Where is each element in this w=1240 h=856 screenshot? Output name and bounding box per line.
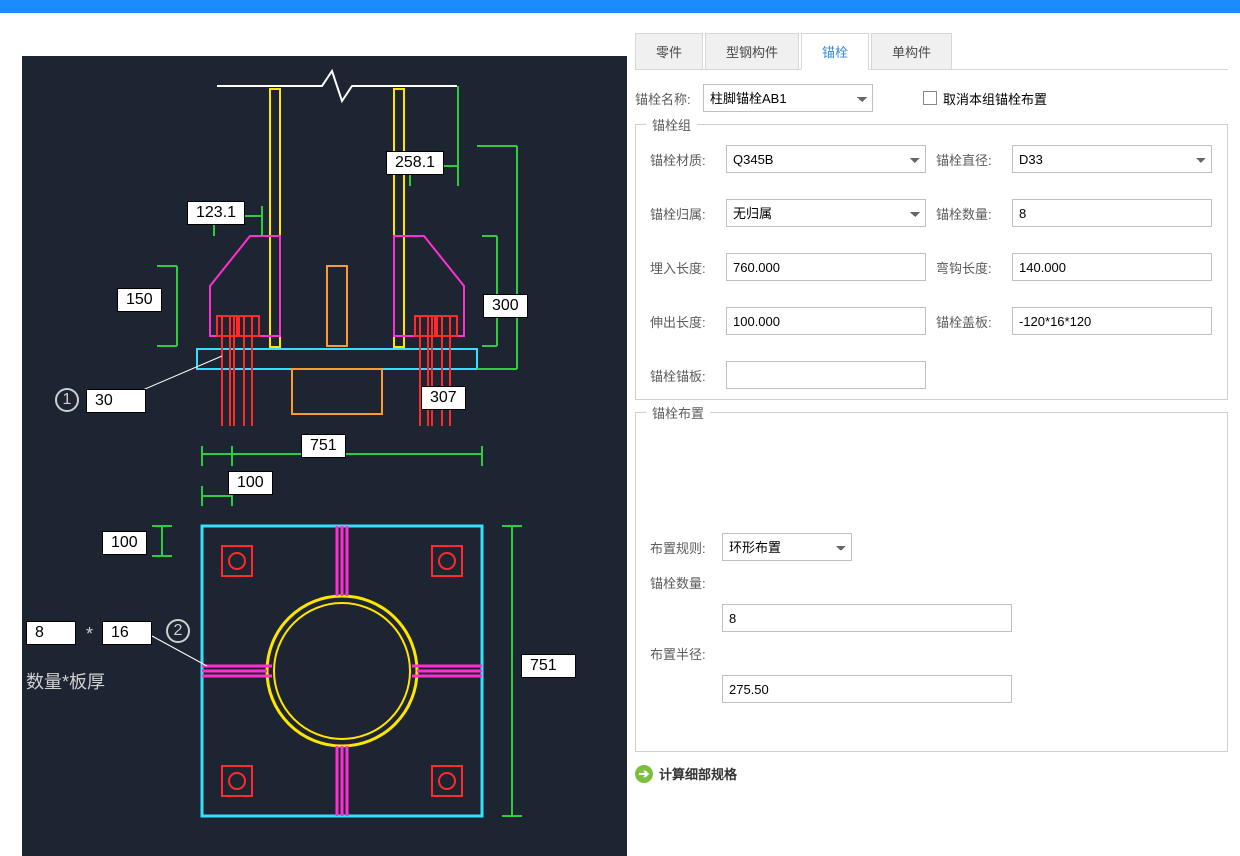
tab-single[interactable]: 单构件 — [871, 33, 952, 69]
dim-300: 300 — [483, 294, 528, 318]
anchor-plate-input[interactable] — [726, 361, 926, 389]
layout-count-input[interactable] — [722, 604, 1012, 632]
cancel-checkbox[interactable] — [923, 91, 937, 105]
group-title: 锚栓组 — [646, 115, 697, 134]
layout-count-label: 锚栓数量: — [650, 573, 714, 592]
hook-input[interactable] — [1012, 253, 1212, 281]
embed-label: 埋入长度: — [650, 258, 716, 277]
dim-150: 150 — [117, 288, 162, 312]
dim-751a: 751 — [301, 434, 346, 458]
tab-anchor[interactable]: 锚栓 — [801, 33, 869, 70]
calculate-spec-link[interactable]: ➔ 计算细部规格 — [635, 764, 1228, 783]
dim-100b: 100 — [102, 531, 147, 555]
hook-label: 弯钩长度: — [936, 258, 1002, 277]
count-input[interactable] — [1012, 199, 1212, 227]
calculate-label: 计算细部规格 — [659, 764, 737, 783]
dim-751b[interactable]: 751 — [521, 654, 576, 678]
multi-16[interactable]: 16 — [102, 621, 152, 645]
cad-drawing-canvas[interactable]: 30 123.1 258.1 150 300 307 751 100 100 7… — [22, 56, 627, 856]
tab-parts[interactable]: 零件 — [635, 33, 703, 69]
properties-panel: 零件 型钢构件 锚栓 单构件 锚栓名称: 柱脚锚栓AB1 取消本组锚栓布置 锚栓… — [627, 13, 1240, 856]
radius-label: 布置半径: — [650, 644, 714, 663]
dim-307: 307 — [421, 386, 466, 410]
belong-label: 锚栓归属: — [650, 204, 716, 223]
anchor-plate-label: 锚栓锚板: — [650, 366, 716, 385]
rule-label: 布置规则: — [650, 538, 714, 557]
belong-select[interactable]: 无归属 — [726, 199, 926, 227]
count-label: 锚栓数量: — [936, 204, 1002, 223]
cover-input[interactable] — [1012, 307, 1212, 335]
dim-100a: 100 — [228, 471, 273, 495]
tab-steel[interactable]: 型钢构件 — [705, 33, 799, 69]
embed-input[interactable] — [726, 253, 926, 281]
dim-258: 258.1 — [386, 151, 444, 175]
multi-8[interactable]: 8 — [26, 621, 76, 645]
diameter-label: 锚栓直径: — [936, 150, 1002, 169]
extend-input[interactable] — [726, 307, 926, 335]
dim-123: 123.1 — [187, 201, 245, 225]
arrow-right-icon: ➔ — [635, 765, 653, 783]
radius-input[interactable] — [722, 675, 1012, 703]
cancel-label: 取消本组锚栓布置 — [943, 89, 1047, 108]
anchor-group-box: 锚栓组 锚栓材质: Q345B 锚栓直径: D33 锚栓归属: 无归属 锚栓数量… — [635, 124, 1228, 400]
layout-title: 锚栓布置 — [646, 403, 710, 422]
diameter-select[interactable]: D33 — [1012, 145, 1212, 173]
star: * — [86, 624, 93, 645]
qty-thk-label: 数量*板厚 — [26, 668, 105, 694]
material-select[interactable]: Q345B — [726, 145, 926, 173]
dim-30[interactable]: 30 — [86, 389, 146, 413]
tabs: 零件 型钢构件 锚栓 单构件 — [635, 33, 1228, 70]
extend-label: 伸出长度: — [650, 312, 716, 331]
rule-select[interactable]: 环形布置 — [722, 533, 852, 561]
marker-1: 1 — [55, 388, 79, 412]
layout-box: 锚栓布置 布置规则: 环形布置 锚栓数量: 布置半径: — [635, 412, 1228, 752]
cover-label: 锚栓盖板: — [936, 312, 1002, 331]
material-label: 锚栓材质: — [650, 150, 716, 169]
anchor-name-label: 锚栓名称: — [635, 89, 699, 108]
anchor-name-select[interactable]: 柱脚锚栓AB1 — [703, 84, 873, 112]
marker-2: 2 — [166, 619, 190, 643]
